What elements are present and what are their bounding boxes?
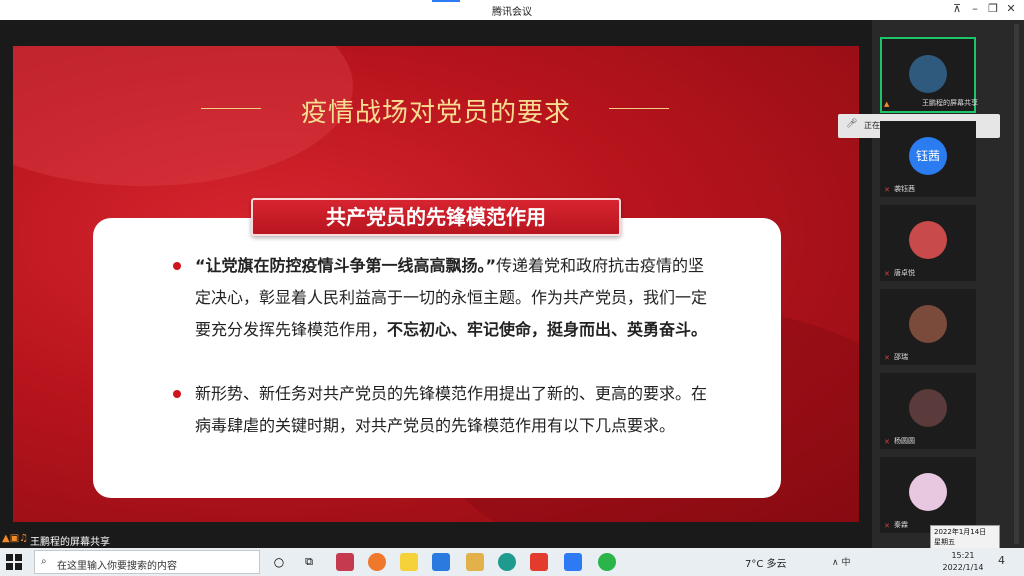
clock-date: 2022/1/14 xyxy=(942,563,984,572)
tooltip-date: 2022年1月14日 xyxy=(934,528,987,536)
participant-tile[interactable]: ✕ 邵瑞 xyxy=(880,289,976,365)
bullet-icon xyxy=(173,390,181,398)
slide-banner: 共产党员的先锋模范作用 xyxy=(251,198,621,236)
paragraph-2: 新形势、新任务对共产党员的先锋模范作用提出了新的、更高的要求。在病毒肆虐的关键时… xyxy=(195,384,708,435)
mic-muted-icon: ✕ xyxy=(884,438,890,446)
participant-name: 杨圆圆 xyxy=(894,437,915,445)
search-icon: ⌕ xyxy=(41,556,47,567)
date-tooltip: 2022年1月14日 星期五 xyxy=(930,525,1000,549)
firefox-icon[interactable] xyxy=(368,553,386,571)
windows-start-icon[interactable] xyxy=(6,554,22,570)
share-status-bar: ▲▣♫ 王鹏程的屏幕共享 xyxy=(0,532,872,548)
pin-icon[interactable]: ⊼ xyxy=(950,2,964,16)
tooltip-weekday: 星期五 xyxy=(934,538,955,546)
para1-bold: 不忘初心、牢记使命，挺身而出、英勇奋斗。 xyxy=(387,320,708,339)
share-status-icons: ▲▣♫ xyxy=(2,533,29,544)
para1-quote: “让党旗在防控疫情斗争第一线高高飘扬。” xyxy=(195,256,497,275)
avatar xyxy=(909,55,947,93)
edge-icon[interactable] xyxy=(498,553,516,571)
system-tray[interactable]: ∧ 中 xyxy=(832,555,850,568)
mail-icon[interactable] xyxy=(432,553,450,571)
wechat-icon[interactable] xyxy=(598,553,616,571)
participant-name: 唐卓悦 xyxy=(894,269,915,277)
mic-muted-icon: ✕ xyxy=(884,270,890,278)
avatar xyxy=(909,389,947,427)
title-accent xyxy=(432,0,460,2)
multitask-icon[interactable]: ⧉ xyxy=(300,553,318,571)
sticky-notes-icon[interactable] xyxy=(400,553,418,571)
avatar xyxy=(909,221,947,259)
participant-name: 邵瑞 xyxy=(894,353,908,361)
slide-title: 疫情战场对党员的要求 xyxy=(300,98,571,128)
notification-icon[interactable]: 4 xyxy=(998,554,1005,567)
wps-icon[interactable] xyxy=(530,553,548,571)
mic-muted-icon: ✕ xyxy=(884,186,890,194)
weather-widget[interactable]: 7°C 多云 xyxy=(745,555,787,570)
participant-name: 袭钰茜 xyxy=(894,185,915,193)
minimize-button[interactable]: – xyxy=(968,2,982,16)
panel-scrollbar[interactable] xyxy=(1014,24,1019,544)
avatar xyxy=(909,473,947,511)
clock[interactable]: 15:21 2022/1/14 xyxy=(935,550,991,574)
title-bar: 腾讯会议 ⊼ – ❐ ✕ xyxy=(0,0,1024,20)
task-view-icon[interactable]: ○ xyxy=(270,553,288,571)
app-icon[interactable] xyxy=(336,553,354,571)
search-placeholder: 在这里输入你要搜索的内容 xyxy=(57,561,177,572)
paragraph-1: “让党旗在防控疫情斗争第一线高高飘扬。”传递着党和政府抗击疫情的坚定决心，彰显着… xyxy=(195,250,715,346)
avatar: 钰茜 xyxy=(909,137,947,175)
restore-button[interactable]: ❐ xyxy=(986,2,1000,16)
presentation-slide: 疫情战场对党员的要求 共产党员的先锋模范作用 “让党旗在防控疫情斗争第一线高高飘… xyxy=(13,46,859,522)
clock-time: 15:21 xyxy=(951,551,975,560)
taskbar-search-input[interactable]: ⌕ 在这里输入你要搜索的内容 xyxy=(34,550,260,574)
shared-screen: 疫情战场对党员的要求 共产党员的先锋模范作用 “让党旗在防控疫情斗争第一线高高飘… xyxy=(0,20,872,548)
taskbar: ⌕ 在这里输入你要搜索的内容 ○ ⧉ 7°C 多云 ∧ 中 15:21 2022… xyxy=(0,548,1024,576)
avatar xyxy=(909,305,947,343)
close-button[interactable]: ✕ xyxy=(1004,2,1018,16)
participant-tile[interactable]: ✕ 唐卓悦 xyxy=(880,205,976,281)
mic-icon: 🎤︎ xyxy=(846,119,858,129)
participant-name: 秦霖 xyxy=(894,521,908,529)
participant-tile[interactable]: ✕ 杨圆圆 xyxy=(880,373,976,449)
bullet-icon xyxy=(173,262,181,270)
share-icon: ▲ xyxy=(884,100,890,108)
tencent-meeting-icon[interactable] xyxy=(564,553,582,571)
window-title: 腾讯会议 xyxy=(492,7,532,18)
participant-tile[interactable]: ▲ 王鹏程的屏幕共享 xyxy=(880,37,978,113)
participant-tile[interactable]: 钰茜 ✕ 袭钰茜 xyxy=(880,121,976,197)
share-label: 王鹏程的屏幕共享 xyxy=(30,537,110,548)
mic-muted-icon: ✕ xyxy=(884,522,890,530)
file-explorer-icon[interactable] xyxy=(466,553,484,571)
participant-name: 王鹏程的屏幕共享 xyxy=(922,99,978,107)
participant-tile[interactable]: ✕ 秦霖 xyxy=(880,457,976,533)
mic-muted-icon: ✕ xyxy=(884,354,890,362)
